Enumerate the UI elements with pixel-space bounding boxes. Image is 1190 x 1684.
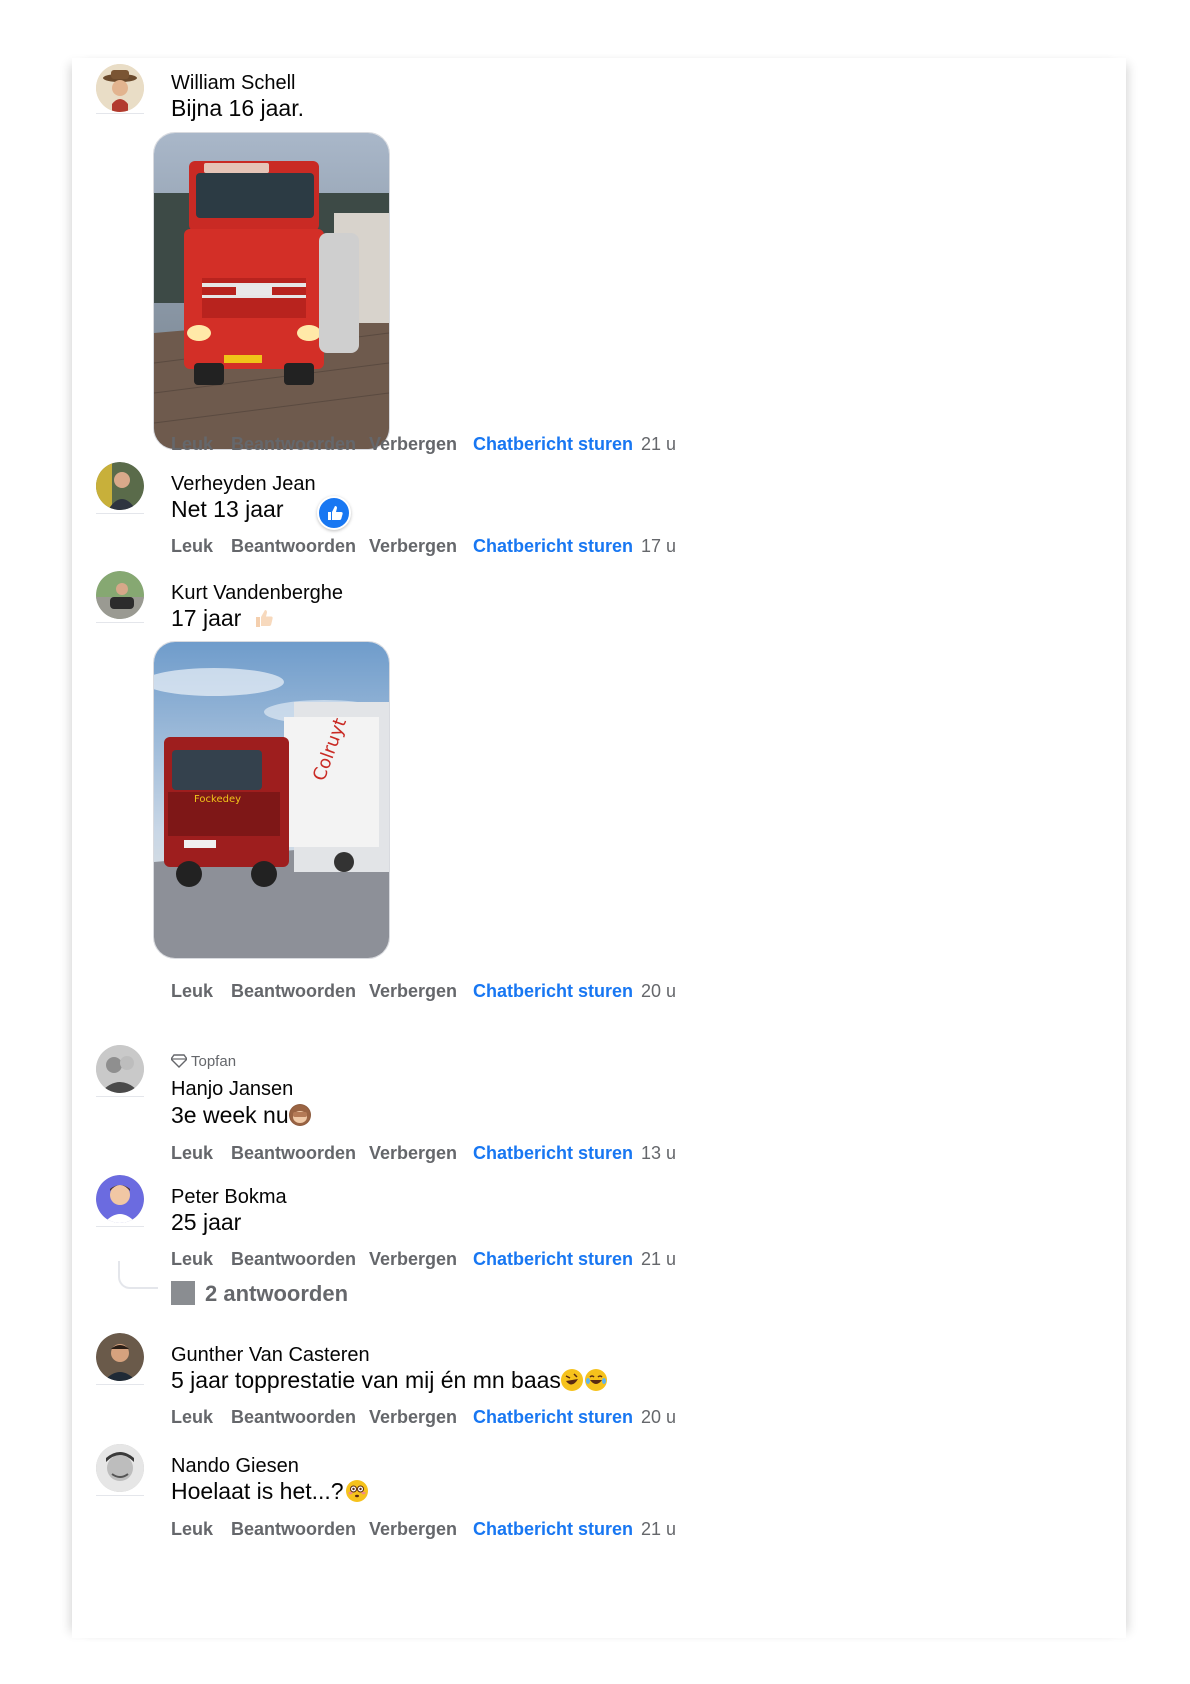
reply-link[interactable]: Beantwoorden	[231, 434, 356, 455]
like-link[interactable]: Leuk	[171, 536, 213, 557]
laughing-tears-emoji	[584, 1369, 607, 1391]
reply-link[interactable]: Beantwoorden	[231, 1519, 356, 1540]
replies-label: 2 antwoorden	[205, 1281, 349, 1306]
avatar[interactable]	[96, 462, 144, 510]
comment-author[interactable]: Hanjo Jansen	[171, 1078, 293, 1101]
hide-link[interactable]: Verbergen	[369, 1519, 457, 1540]
comment-author[interactable]: Kurt Vandenberghe	[171, 582, 343, 605]
comment-author[interactable]: William Schell	[171, 72, 295, 95]
comment-text-content: 3e week nu	[171, 1102, 289, 1128]
comment-text-content: 5 jaar topprestatie van mij én mn baas	[171, 1367, 561, 1393]
divider	[96, 1384, 144, 1385]
avatar[interactable]	[96, 571, 144, 619]
timestamp[interactable]: 21 u	[641, 434, 676, 455]
avatar[interactable]	[96, 1444, 144, 1492]
comment-text-content: 17 jaar	[171, 605, 242, 631]
comment-page: William Schell Bijna 16 jaar. Leuk Beant…	[72, 58, 1126, 1638]
message-link[interactable]: Chatbericht sturen	[473, 1407, 633, 1428]
avatar[interactable]	[96, 1333, 144, 1381]
rolling-laughing-emoji	[560, 1369, 583, 1391]
reply-link[interactable]: Beantwoorden	[231, 1143, 356, 1164]
hide-link[interactable]: Verbergen	[369, 434, 457, 455]
comment-text-content: Hoelaat is het...?	[171, 1478, 344, 1504]
diamond-icon	[170, 1054, 188, 1068]
timestamp[interactable]: 20 u	[641, 1407, 676, 1428]
comment-text: 5 jaar topprestatie van mij én mn baas	[171, 1367, 607, 1394]
like-link[interactable]: Leuk	[171, 981, 213, 1002]
comment-text: 3e week nu	[171, 1102, 311, 1129]
comment-text: Net 13 jaar	[171, 496, 284, 522]
like-link[interactable]: Leuk	[171, 1519, 213, 1540]
timestamp[interactable]: 21 u	[641, 1519, 676, 1540]
comment-text: Hoelaat is het...?	[171, 1478, 368, 1505]
hide-link[interactable]: Verbergen	[369, 1249, 457, 1270]
avatar[interactable]	[96, 1175, 144, 1223]
divider	[96, 1495, 144, 1496]
timestamp[interactable]: 21 u	[641, 1249, 676, 1270]
message-link[interactable]: Chatbericht sturen	[473, 434, 633, 455]
comment-author[interactable]: Gunther Van Casteren	[171, 1344, 370, 1367]
comment-photo[interactable]: Colruyt Fockedey	[153, 641, 390, 959]
topfan-badge: Topfan	[170, 1053, 237, 1070]
message-link[interactable]: Chatbericht sturen	[473, 1249, 633, 1270]
timestamp[interactable]: 13 u	[641, 1143, 676, 1164]
like-link[interactable]: Leuk	[171, 1249, 213, 1270]
divider	[96, 513, 144, 514]
reply-link[interactable]: Beantwoorden	[231, 1407, 356, 1428]
like-reaction-icon[interactable]	[317, 496, 351, 530]
like-link[interactable]: Leuk	[171, 1407, 213, 1428]
thread-connector	[118, 1261, 158, 1289]
like-link[interactable]: Leuk	[171, 1143, 213, 1164]
hide-link[interactable]: Verbergen	[369, 1407, 457, 1428]
comment-author[interactable]: Peter Bokma	[171, 1186, 287, 1209]
like-link[interactable]: Leuk	[171, 434, 213, 455]
divider	[96, 622, 144, 623]
view-replies-button[interactable]: 2 antwoorden	[171, 1281, 348, 1307]
hide-link[interactable]: Verbergen	[369, 981, 457, 1002]
comment-author[interactable]: Verheyden Jean	[171, 473, 316, 496]
see-no-evil-monkey-emoji	[288, 1104, 311, 1126]
avatar[interactable]	[96, 1045, 144, 1093]
thumbs-up-emoji	[252, 607, 274, 635]
comment-text: Bijna 16 jaar.	[171, 95, 304, 121]
reply-link[interactable]: Beantwoorden	[231, 1249, 356, 1270]
hide-link[interactable]: Verbergen	[369, 1143, 457, 1164]
timestamp[interactable]: 17 u	[641, 536, 676, 557]
divider	[96, 113, 144, 114]
svg-text:Fockedey: Fockedey	[194, 794, 241, 805]
timestamp[interactable]: 20 u	[641, 981, 676, 1002]
divider	[96, 1226, 144, 1227]
comment-photo[interactable]	[153, 132, 390, 450]
comment-text: 25 jaar	[171, 1209, 242, 1235]
flushed-face-emoji	[345, 1480, 368, 1502]
divider	[96, 1096, 144, 1097]
message-link[interactable]: Chatbericht sturen	[473, 981, 633, 1002]
topfan-label: Topfan	[191, 1053, 237, 1070]
message-link[interactable]: Chatbericht sturen	[473, 1519, 633, 1540]
message-link[interactable]: Chatbericht sturen	[473, 1143, 633, 1164]
comment-text: 17 jaar	[171, 605, 274, 635]
reply-link[interactable]: Beantwoorden	[231, 981, 356, 1002]
message-link[interactable]: Chatbericht sturen	[473, 536, 633, 557]
comment-author[interactable]: Nando Giesen	[171, 1455, 299, 1478]
reply-link[interactable]: Beantwoorden	[231, 536, 356, 557]
hide-link[interactable]: Verbergen	[369, 536, 457, 557]
avatar[interactable]	[96, 64, 144, 112]
replies-icon	[171, 1281, 195, 1305]
